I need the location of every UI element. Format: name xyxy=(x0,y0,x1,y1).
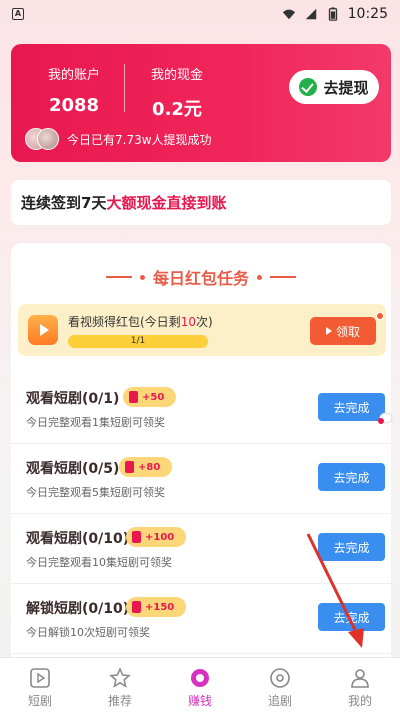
video-reward-task: 看视频得红包(今日剩10次) 1/1 领取 xyxy=(18,304,386,356)
title-line xyxy=(270,276,296,278)
nav-label: 追剧 xyxy=(267,694,292,708)
red-envelope-icon xyxy=(132,531,141,543)
task-name: 解锁短剧(0/10) xyxy=(26,601,130,617)
red-envelope-icon xyxy=(129,391,138,403)
status-bar: A 10:25 xyxy=(0,0,400,28)
red-envelope-icon xyxy=(125,461,134,473)
user-icon xyxy=(351,669,369,688)
task-desc: 今日完整观看5集短剧可领奖 xyxy=(26,486,165,499)
withdraw-ticker: 今日已有7.73w人提现成功 xyxy=(25,128,212,150)
video-task-label: 看视频得红包(今日剩10次) xyxy=(68,315,213,329)
nav-label: 我的 xyxy=(347,694,372,708)
go-complete-button[interactable]: 去完成 xyxy=(318,393,385,421)
coin-icon xyxy=(191,669,209,687)
withdraw-button[interactable]: 去提现 xyxy=(289,70,379,104)
reward-badge: +100 xyxy=(126,527,187,547)
claim-label: 领取 xyxy=(335,324,360,339)
claim-button[interactable]: 领取 xyxy=(310,317,376,345)
task-row: 观看短剧(0/10) +100 今日完整观看10集短剧可领奖 去完成 xyxy=(11,514,391,584)
reward-badge: +150 xyxy=(126,597,187,617)
play-square-icon xyxy=(30,668,50,688)
task-row: 解锁短剧(0/10) +150 今日解锁10次短剧可领奖 去完成 xyxy=(11,584,391,654)
title-text: 每日红包任务 xyxy=(152,269,249,288)
signal-icon xyxy=(305,8,316,20)
balance-card: 我的账户 2088 我的现金 0.2元 去提现 今日已有7.73w人提现成功 xyxy=(11,44,391,162)
section-title: 每日红包任务 xyxy=(11,265,391,289)
clock: 10:25 xyxy=(347,6,388,22)
task-row: 观看短剧(0/1) +50 今日完整观看1集短剧可领奖 去完成 xyxy=(11,374,393,444)
divider xyxy=(124,64,125,112)
nav-item-earn[interactable]: 赚钱 xyxy=(160,658,240,717)
ticker-text: 今日已有7.73w人提现成功 xyxy=(67,132,212,147)
task-desc: 今日完整观看1集短剧可领奖 xyxy=(26,416,165,429)
cash-value: 0.2元 xyxy=(152,99,202,120)
cash-label: 我的现金 xyxy=(150,68,203,83)
nav-item-mine[interactable]: 我的 xyxy=(320,658,400,717)
withdraw-label: 去提现 xyxy=(323,78,369,97)
video-play-icon xyxy=(28,315,58,345)
avatar-group xyxy=(25,128,61,150)
video-progress-bar: 1/1 xyxy=(68,335,208,348)
star-icon xyxy=(109,667,131,688)
play-icon xyxy=(325,327,332,335)
reward-badge: +80 xyxy=(119,457,173,477)
signin-text: 连续签到7天 xyxy=(21,194,107,212)
wifi-icon xyxy=(282,9,295,20)
nav-item-recommend[interactable]: 推荐 xyxy=(80,658,160,717)
check-icon xyxy=(299,78,318,96)
signin-banner[interactable]: 连续签到7天 大额现金直接到账 xyxy=(11,180,391,225)
title-dot xyxy=(139,274,145,280)
title-line xyxy=(105,276,132,278)
task-row: 观看短剧(0/5) +80 今日完整观看5集短剧可领奖 去完成 xyxy=(11,444,391,514)
task-name: 观看短剧(0/10) xyxy=(26,531,130,547)
disc-icon xyxy=(270,668,290,688)
nav-item-shortdrama[interactable]: 短剧 xyxy=(0,658,80,717)
battery-icon xyxy=(328,7,337,21)
account-value: 2088 xyxy=(48,95,100,116)
nav-label: 赚钱 xyxy=(187,694,212,708)
notification-dot xyxy=(376,312,384,320)
signin-highlight: 大额现金直接到账 xyxy=(106,194,227,212)
red-envelope-icon xyxy=(132,601,141,613)
avatar xyxy=(37,128,59,150)
task-name: 观看短剧(0/1) xyxy=(26,391,120,407)
go-complete-button[interactable]: 去完成 xyxy=(318,533,385,561)
bottom-nav: 短剧 推荐 赚钱 追剧 我的 xyxy=(0,657,400,717)
daily-tasks-panel: 每日红包任务 看视频得红包(今日剩10次) 1/1 领取 观看短剧(0/1) +… xyxy=(11,243,393,663)
nav-label: 推荐 xyxy=(107,694,132,708)
task-desc: 今日解锁10次短剧可领奖 xyxy=(26,626,150,639)
pointer-hand-icon xyxy=(378,412,393,424)
nav-item-follow[interactable]: 追剧 xyxy=(240,658,320,717)
go-complete-button[interactable]: 去完成 xyxy=(318,463,385,491)
task-desc: 今日完整观看10集短剧可领奖 xyxy=(26,556,172,569)
account-label: 我的账户 xyxy=(47,68,100,83)
task-name: 观看短剧(0/5) xyxy=(26,461,120,477)
notification-icon: A xyxy=(12,8,24,20)
cash-column[interactable]: 我的现金 0.2元 xyxy=(137,64,217,121)
nav-label: 短剧 xyxy=(27,694,52,708)
title-dot xyxy=(257,274,262,280)
account-column[interactable]: 我的账户 2088 xyxy=(33,64,115,116)
go-complete-button[interactable]: 去完成 xyxy=(318,603,385,631)
reward-badge: +50 xyxy=(123,387,177,407)
